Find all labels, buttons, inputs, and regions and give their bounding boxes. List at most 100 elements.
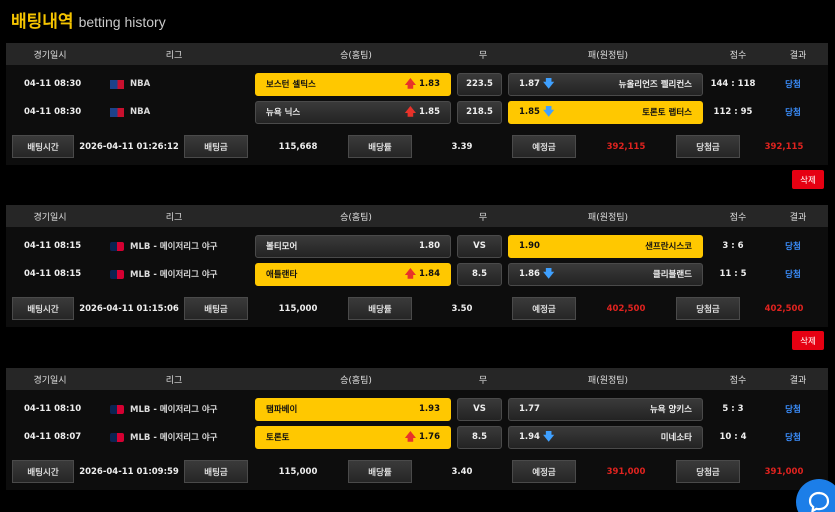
header-home: 승(홈팀) xyxy=(340,50,372,61)
league-name: MLB - 메이저리그 야구 xyxy=(130,242,218,252)
draw-handicap[interactable]: 8.5 xyxy=(457,262,502,286)
delete-button[interactable]: 삭제 xyxy=(792,170,824,189)
game-date: 04-11 08:07 xyxy=(24,432,82,442)
odds-label: 배당률 xyxy=(348,460,412,483)
page-title: 배팅내역 betting history xyxy=(11,7,166,32)
away-bet-option[interactable]: 1.90 샌프란시스코 xyxy=(508,234,703,258)
league-name: NBA xyxy=(130,107,151,117)
home-odds: 1.83 xyxy=(419,79,440,89)
game-row: 04-11 08:30 NBA 보스턴 셀틱스 🡅 1.83 223.5 1.87 🡇… xyxy=(6,70,828,98)
bet-amount-label: 배팅금 xyxy=(184,460,248,483)
bet-amount-label: 배팅금 xyxy=(184,135,248,158)
bet-summary: 배팅시간 2026-04-11 01:26:12 배팅금 115,668 배당률… xyxy=(12,135,828,158)
game-row: 04-11 08:15 MLB - 메이저리그 야구 볼티모어 1.80 VS 1… xyxy=(6,232,828,260)
header-league: 리그 xyxy=(165,375,183,386)
league-name: MLB - 메이저리그 야구 xyxy=(130,433,218,443)
nba-logo-icon xyxy=(110,107,124,117)
game-score: 112 : 95 xyxy=(713,107,753,117)
home-team: 볼티모어 xyxy=(266,242,298,252)
draw-handicap[interactable]: VS xyxy=(457,397,502,421)
game-date: 04-11 08:10 xyxy=(24,404,82,414)
odds-down-arrow-icon: 🡇 xyxy=(542,429,555,443)
home-odds: 1.80 xyxy=(419,241,440,251)
away-odds: 1.87 xyxy=(519,79,540,89)
header-result: 결과 xyxy=(789,212,807,223)
home-team: 토론토 xyxy=(266,433,290,443)
away-bet-option[interactable]: 1.86 🡇 클리블랜드 xyxy=(508,262,703,286)
header-date: 경기일시 xyxy=(33,50,67,61)
won-label: 당첨금 xyxy=(676,297,740,320)
bet-block: 경기일시 리그 승(홈팀) 무 패(원정팀) 점수 결과 04-11 08:10… xyxy=(6,368,828,490)
game-row: 04-11 08:10 MLB - 메이저리그 야구 탬파베이 1.93 VS 1… xyxy=(6,395,828,423)
game-result: 당첨 xyxy=(785,242,801,252)
draw-handicap[interactable]: 8.5 xyxy=(457,425,502,449)
league-name: MLB - 메이저리그 야구 xyxy=(130,270,218,280)
header-home: 승(홈팀) xyxy=(340,212,372,223)
away-bet-option[interactable]: 1.85 🡇 토론토 랩터스 xyxy=(508,100,703,124)
table-header: 경기일시 리그 승(홈팀) 무 패(원정팀) 점수 결과 xyxy=(6,368,828,390)
home-odds: 1.85 xyxy=(419,107,440,117)
draw-handicap[interactable]: 218.5 xyxy=(457,100,502,124)
bet-block: 경기일시 리그 승(홈팀) 무 패(원정팀) 점수 결과 04-11 08:30… xyxy=(6,43,828,165)
header-home: 승(홈팀) xyxy=(340,375,372,386)
bet-block: 경기일시 리그 승(홈팀) 무 패(원정팀) 점수 결과 04-11 08:15… xyxy=(6,205,828,327)
draw-handicap[interactable]: VS xyxy=(457,234,502,258)
game-result: 당첨 xyxy=(785,108,801,118)
away-team: 토론토 랩터스 xyxy=(642,108,692,118)
game-score: 5 : 3 xyxy=(722,404,744,414)
odds-label: 배당률 xyxy=(348,135,412,158)
bet-block-body: 04-11 08:10 MLB - 메이저리그 야구 탬파베이 1.93 VS 1… xyxy=(6,390,828,490)
away-team: 뉴올리언즈 펠리컨스 xyxy=(618,80,692,90)
bet-summary: 배팅시간 2026-04-11 01:15:06 배팅금 115,000 배당률… xyxy=(12,297,828,320)
away-odds: 1.86 xyxy=(519,269,540,279)
away-odds: 1.85 xyxy=(519,107,540,117)
delete-button[interactable]: 삭제 xyxy=(792,331,824,350)
mlb-logo-icon xyxy=(110,269,124,279)
home-team: 뉴욕 닉스 xyxy=(266,108,301,118)
odds-up-arrow-icon: 🡅 xyxy=(404,429,417,443)
header-draw: 무 xyxy=(478,50,488,61)
away-bet-option[interactable]: 1.94 🡇 미네소타 xyxy=(508,425,703,449)
odds-value: 3.40 xyxy=(451,466,473,477)
home-bet-option[interactable]: 탬파베이 1.93 xyxy=(255,397,451,421)
page-title-english: betting history xyxy=(78,14,166,30)
bet-time-label: 배팅시간 xyxy=(12,135,74,158)
odds-label: 배당률 xyxy=(348,297,412,320)
home-team: 애틀랜타 xyxy=(266,270,298,280)
home-odds: 1.93 xyxy=(419,404,440,414)
away-bet-option[interactable]: 1.77 뉴욕 양키스 xyxy=(508,397,703,421)
draw-handicap[interactable]: 223.5 xyxy=(457,72,502,96)
game-result: 당첨 xyxy=(785,433,801,443)
expected-label: 예정금 xyxy=(512,460,576,483)
home-bet-option[interactable]: 토론토 🡅 1.76 xyxy=(255,425,451,449)
won-label: 당첨금 xyxy=(676,460,740,483)
game-league: MLB - 메이저리그 야구 xyxy=(110,403,250,415)
mlb-logo-icon xyxy=(110,404,124,414)
bet-amount-value: 115,000 xyxy=(278,303,318,314)
game-score: 10 : 4 xyxy=(719,432,747,442)
mlb-logo-icon xyxy=(110,432,124,442)
away-team: 클리블랜드 xyxy=(652,270,692,280)
home-bet-option[interactable]: 볼티모어 1.80 xyxy=(255,234,451,258)
away-team: 뉴욕 양키스 xyxy=(649,405,692,415)
expected-value: 391,000 xyxy=(606,466,646,477)
game-league: NBA xyxy=(110,79,250,89)
header-date: 경기일시 xyxy=(33,212,67,223)
game-score: 144 : 118 xyxy=(710,79,756,89)
won-value: 392,115 xyxy=(764,141,804,152)
home-bet-option[interactable]: 애틀랜타 🡅 1.84 xyxy=(255,262,451,286)
home-team: 보스턴 셀틱스 xyxy=(266,80,316,90)
game-result: 당첨 xyxy=(785,270,801,280)
game-league: MLB - 메이저리그 야구 xyxy=(110,240,250,252)
game-league: NBA xyxy=(110,107,250,117)
table-header: 경기일시 리그 승(홈팀) 무 패(원정팀) 점수 결과 xyxy=(6,43,828,65)
home-bet-option[interactable]: 보스턴 셀틱스 🡅 1.83 xyxy=(255,72,451,96)
away-bet-option[interactable]: 1.87 🡇 뉴올리언즈 펠리컨스 xyxy=(508,72,703,96)
home-bet-option[interactable]: 뉴욕 닉스 🡅 1.85 xyxy=(255,100,451,124)
expected-label: 예정금 xyxy=(512,135,576,158)
header-score: 점수 xyxy=(729,375,747,386)
game-date: 04-11 08:30 xyxy=(24,107,82,117)
odds-value: 3.39 xyxy=(451,141,473,152)
header-away: 패(원정팀) xyxy=(587,375,629,386)
bet-time-label: 배팅시간 xyxy=(12,460,74,483)
